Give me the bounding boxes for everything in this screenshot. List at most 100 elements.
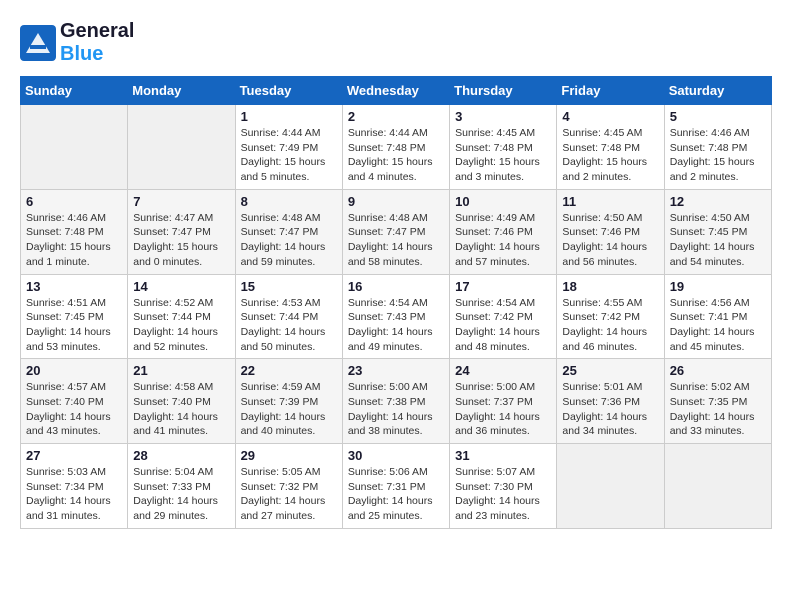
day-info: Sunrise: 4:51 AMSunset: 7:45 PMDaylight:… xyxy=(26,296,122,355)
calendar-cell: 28 Sunrise: 5:04 AMSunset: 7:33 PMDayligh… xyxy=(128,444,235,529)
day-number: 21 xyxy=(133,363,229,378)
day-number: 18 xyxy=(562,279,658,294)
day-info: Sunrise: 4:54 AMSunset: 7:42 PMDaylight:… xyxy=(455,296,551,355)
calendar-table: SundayMondayTuesdayWednesdayThursdayFrid… xyxy=(20,76,772,529)
day-number: 13 xyxy=(26,279,122,294)
day-number: 1 xyxy=(241,109,337,124)
day-number: 24 xyxy=(455,363,551,378)
day-info: Sunrise: 4:57 AMSunset: 7:40 PMDaylight:… xyxy=(26,380,122,439)
day-number: 11 xyxy=(562,194,658,209)
calendar-cell: 30Sunrise: 5:06 AMSunset: 7:31 PMDayligh… xyxy=(342,444,449,529)
day-info: Sunrise: 4:48 AMSunset: 7:47 PMDaylight:… xyxy=(241,211,337,270)
day-info: Sunrise: 5:04 AMSunset: 7:33 PMDaylight:… xyxy=(133,465,229,524)
calendar-cell xyxy=(557,444,664,529)
logo-icon xyxy=(20,25,56,61)
day-info: Sunrise: 4:49 AMSunset: 7:46 PMDaylight:… xyxy=(455,211,551,270)
day-info: Sunrise: 5:00 AMSunset: 7:37 PMDaylight:… xyxy=(455,380,551,439)
day-info: Sunrise: 4:55 AMSunset: 7:42 PMDaylight:… xyxy=(562,296,658,355)
day-number: 27 xyxy=(26,448,122,463)
calendar-cell: 22 Sunrise: 4:59 AMSunset: 7:39 PMDayligh… xyxy=(235,359,342,444)
day-number: 29 xyxy=(241,448,337,463)
day-number: 23 xyxy=(348,363,444,378)
day-info: Sunrise: 4:56 AMSunset: 7:41 PMDaylight:… xyxy=(670,296,766,355)
calendar-cell: 3 Sunrise: 4:45 AMSunset: 7:48 PMDaylight… xyxy=(450,105,557,190)
day-info: Sunrise: 4:58 AMSunset: 7:40 PMDaylight:… xyxy=(133,380,229,439)
day-number: 4 xyxy=(562,109,658,124)
calendar-cell: 24 Sunrise: 5:00 AMSunset: 7:37 PMDayligh… xyxy=(450,359,557,444)
weekday-header-friday: Friday xyxy=(557,77,664,105)
calendar-cell: 1 Sunrise: 4:44 AMSunset: 7:49 PMDaylight… xyxy=(235,105,342,190)
weekday-row: SundayMondayTuesdayWednesdayThursdayFrid… xyxy=(21,77,772,105)
day-info: Sunrise: 5:03 AMSunset: 7:34 PMDaylight:… xyxy=(26,465,122,524)
day-info: Sunrise: 5:07 AMSunset: 7:30 PMDaylight:… xyxy=(455,465,551,524)
week-row-2: 6 Sunrise: 4:46 AMSunset: 7:48 PMDaylight… xyxy=(21,189,772,274)
day-number: 7 xyxy=(133,194,229,209)
day-number: 3 xyxy=(455,109,551,124)
week-row-1: 1 Sunrise: 4:44 AMSunset: 7:49 PMDaylight… xyxy=(21,105,772,190)
calendar-cell: 26 Sunrise: 5:02 AMSunset: 7:35 PMDayligh… xyxy=(664,359,771,444)
day-number: 8 xyxy=(241,194,337,209)
day-info: Sunrise: 5:05 AMSunset: 7:32 PMDaylight:… xyxy=(241,465,337,524)
day-info: Sunrise: 4:50 AMSunset: 7:45 PMDaylight:… xyxy=(670,211,766,270)
day-number: 6 xyxy=(26,194,122,209)
calendar-body: 1 Sunrise: 4:44 AMSunset: 7:49 PMDaylight… xyxy=(21,105,772,529)
calendar-cell: 29 Sunrise: 5:05 AMSunset: 7:32 PMDayligh… xyxy=(235,444,342,529)
calendar-cell xyxy=(21,105,128,190)
calendar-cell: 5 Sunrise: 4:46 AMSunset: 7:48 PMDaylight… xyxy=(664,105,771,190)
day-number: 20 xyxy=(26,363,122,378)
calendar-cell xyxy=(128,105,235,190)
day-number: 30 xyxy=(348,448,444,463)
day-info: Sunrise: 4:45 AMSunset: 7:48 PMDaylight:… xyxy=(455,126,551,185)
day-info: Sunrise: 4:46 AMSunset: 7:48 PMDaylight:… xyxy=(26,211,122,270)
calendar-cell: 21 Sunrise: 4:58 AMSunset: 7:40 PMDayligh… xyxy=(128,359,235,444)
calendar-cell: 31Sunrise: 5:07 AMSunset: 7:30 PMDayligh… xyxy=(450,444,557,529)
day-number: 10 xyxy=(455,194,551,209)
calendar-cell: 27 Sunrise: 5:03 AMSunset: 7:34 PMDayligh… xyxy=(21,444,128,529)
day-number: 22 xyxy=(241,363,337,378)
calendar-cell: 14Sunrise: 4:52 AMSunset: 7:44 PMDayligh… xyxy=(128,274,235,359)
logo-text: General Blue xyxy=(60,20,134,66)
calendar-cell: 6 Sunrise: 4:46 AMSunset: 7:48 PMDaylight… xyxy=(21,189,128,274)
day-number: 5 xyxy=(670,109,766,124)
calendar-cell xyxy=(664,444,771,529)
calendar-cell: 11 Sunrise: 4:50 AMSunset: 7:46 PMDayligh… xyxy=(557,189,664,274)
day-number: 28 xyxy=(133,448,229,463)
day-info: Sunrise: 4:48 AMSunset: 7:47 PMDaylight:… xyxy=(348,211,444,270)
calendar-cell: 4 Sunrise: 4:45 AMSunset: 7:48 PMDaylight… xyxy=(557,105,664,190)
day-info: Sunrise: 4:45 AMSunset: 7:48 PMDaylight:… xyxy=(562,126,658,185)
calendar-cell: 8 Sunrise: 4:48 AMSunset: 7:47 PMDaylight… xyxy=(235,189,342,274)
weekday-header-monday: Monday xyxy=(128,77,235,105)
day-number: 15 xyxy=(241,279,337,294)
calendar-header: SundayMondayTuesdayWednesdayThursdayFrid… xyxy=(21,77,772,105)
day-info: Sunrise: 4:50 AMSunset: 7:46 PMDaylight:… xyxy=(562,211,658,270)
calendar-cell: 2 Sunrise: 4:44 AMSunset: 7:48 PMDaylight… xyxy=(342,105,449,190)
day-info: Sunrise: 4:44 AMSunset: 7:49 PMDaylight:… xyxy=(241,126,337,185)
day-number: 16 xyxy=(348,279,444,294)
day-info: Sunrise: 4:59 AMSunset: 7:39 PMDaylight:… xyxy=(241,380,337,439)
day-info: Sunrise: 5:01 AMSunset: 7:36 PMDaylight:… xyxy=(562,380,658,439)
weekday-header-saturday: Saturday xyxy=(664,77,771,105)
page-header: General Blue xyxy=(20,20,772,66)
day-number: 25 xyxy=(562,363,658,378)
day-info: Sunrise: 5:00 AMSunset: 7:38 PMDaylight:… xyxy=(348,380,444,439)
day-info: Sunrise: 4:46 AMSunset: 7:48 PMDaylight:… xyxy=(670,126,766,185)
calendar-cell: 17 Sunrise: 4:54 AMSunset: 7:42 PMDayligh… xyxy=(450,274,557,359)
calendar-cell: 7Sunrise: 4:47 AMSunset: 7:47 PMDaylight… xyxy=(128,189,235,274)
calendar-cell: 18 Sunrise: 4:55 AMSunset: 7:42 PMDayligh… xyxy=(557,274,664,359)
day-info: Sunrise: 4:44 AMSunset: 7:48 PMDaylight:… xyxy=(348,126,444,185)
calendar-cell: 20 Sunrise: 4:57 AMSunset: 7:40 PMDayligh… xyxy=(21,359,128,444)
weekday-header-tuesday: Tuesday xyxy=(235,77,342,105)
day-number: 26 xyxy=(670,363,766,378)
day-number: 19 xyxy=(670,279,766,294)
day-info: Sunrise: 5:02 AMSunset: 7:35 PMDaylight:… xyxy=(670,380,766,439)
logo: General Blue xyxy=(20,20,134,66)
week-row-4: 20 Sunrise: 4:57 AMSunset: 7:40 PMDayligh… xyxy=(21,359,772,444)
weekday-header-wednesday: Wednesday xyxy=(342,77,449,105)
calendar-cell: 10 Sunrise: 4:49 AMSunset: 7:46 PMDayligh… xyxy=(450,189,557,274)
day-number: 14 xyxy=(133,279,229,294)
day-number: 9 xyxy=(348,194,444,209)
day-number: 2 xyxy=(348,109,444,124)
day-number: 17 xyxy=(455,279,551,294)
calendar-cell: 13 Sunrise: 4:51 AMSunset: 7:45 PMDayligh… xyxy=(21,274,128,359)
weekday-header-thursday: Thursday xyxy=(450,77,557,105)
